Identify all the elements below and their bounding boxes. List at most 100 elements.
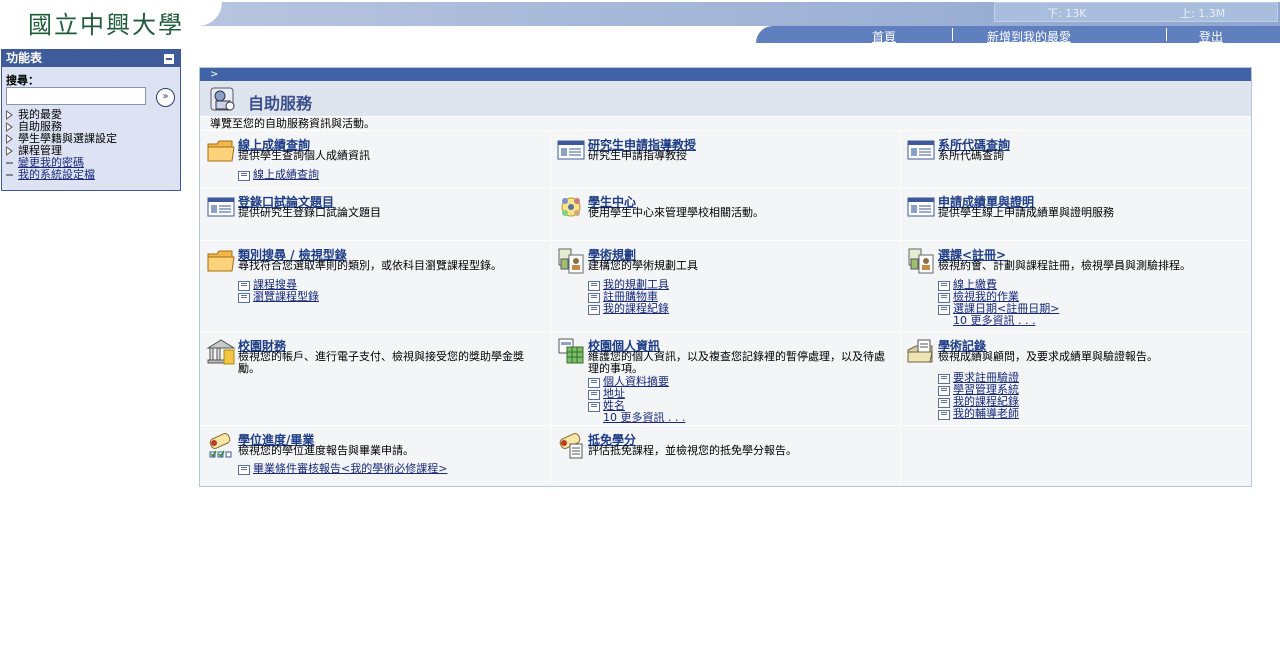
more-text[interactable]: 10 更多資訊 . . . bbox=[953, 314, 1035, 327]
cell-desc: 維護您的個人資訊，以及複查您記錄裡的暫停處理，以及待處理的事項。 bbox=[588, 350, 885, 375]
list-item[interactable]: 地址 bbox=[588, 388, 888, 400]
university-logo[interactable]: 國立中興大學 bbox=[28, 5, 184, 40]
cell-links: 線上繳費 檢視我的作業 選課日期<註冊日期> 10 更多資訊 . . . bbox=[938, 279, 1238, 327]
self-service-panel: > 自助服務 導覽至您的自助服務資訊與活動。 線上成績查詢 提供學生查詢個人成績… bbox=[199, 67, 1252, 487]
page-description: 導覽至您的自助服務資訊與活動。 bbox=[200, 117, 1251, 130]
menu-items: 我的最愛 自助服務 學生學籍與選課設定 課程管理 變更我的密碼 我的系統設定檔 bbox=[4, 109, 178, 181]
folder-icon bbox=[207, 140, 235, 162]
cell-thesis-title: 登錄口試論文題目 提供研究生登錄口試論文題目 bbox=[200, 188, 551, 241]
triangle-icon bbox=[6, 110, 13, 120]
menu-title-text: 功能表 bbox=[6, 51, 43, 65]
link-icon bbox=[588, 390, 600, 400]
link-text[interactable]: 畢業條件審核報告<我的學術必修課程> bbox=[253, 462, 447, 475]
cell-desc: 提供學生線上申請成績單與證明服務 bbox=[938, 206, 1114, 219]
cell-advisor-application: 研究生申請指導教授 研究生申請指導教授 bbox=[550, 131, 901, 188]
cell-academic-records: 學術記錄 檢視成績與顧問，及要求成績單與驗證報告。 要求註冊驗證 學習管理系統 … bbox=[900, 332, 1251, 426]
people-icon bbox=[561, 197, 581, 217]
window-icon bbox=[557, 140, 585, 160]
cell-campus-finance: 校園財務 檢視您的帳戶、進行電子支付、檢視與接受您的獎助學金獎勵。 bbox=[200, 332, 551, 426]
link-icon bbox=[938, 386, 950, 396]
link-icon bbox=[938, 293, 950, 303]
cell-desc: 研究生申請指導教授 bbox=[588, 149, 687, 162]
more-link[interactable]: 10 更多資訊 . . . bbox=[588, 412, 888, 424]
link-icon bbox=[588, 281, 600, 291]
cell-links: 要求註冊驗證 學習管理系統 我的課程紀錄 我的輔導老師 bbox=[938, 372, 1238, 420]
cell-desc: 提供學生查詢個人成績資訊 bbox=[238, 149, 370, 162]
dash-icon bbox=[6, 162, 13, 164]
link-icon bbox=[588, 305, 600, 315]
dash-icon bbox=[6, 174, 13, 176]
list-item[interactable]: 瀏覽課程型錄 bbox=[238, 291, 538, 303]
cell-links: 我的規劃工具 註冊購物車 我的課程紀錄 bbox=[588, 279, 888, 315]
cell-desc: 使用學生中心來管理學校相關活動。 bbox=[588, 206, 764, 219]
cell-grade-query: 線上成績查詢 提供學生查詢個人成績資訊 線上成績查詢 bbox=[200, 131, 551, 188]
triangle-icon bbox=[6, 122, 13, 132]
personal-icon bbox=[558, 338, 584, 364]
cell-academic-planning: 學術規劃 建構您的學術規劃工具 我的規劃工具 註冊購物車 我的課程紀錄 bbox=[550, 241, 901, 332]
header: 國立中興大學 下: 13K 上: 1.3M 首頁 新增到我的最愛 登出 bbox=[0, 0, 1280, 44]
cell-desc: 建構您的學術規劃工具 bbox=[588, 259, 698, 272]
nav-separator bbox=[1166, 28, 1167, 41]
minimize-icon[interactable] bbox=[163, 53, 175, 65]
page-title: 自助服務 bbox=[248, 94, 313, 113]
panel-header: 自助服務 bbox=[200, 81, 1251, 117]
menu-search-input[interactable] bbox=[6, 87, 146, 105]
cell-degree-progress: 學位進度/畢業 檢視您的學位進度報告與畢業申請。 畢業條件審核報告<我的學術必修… bbox=[200, 426, 551, 485]
more-text[interactable]: 10 更多資訊 . . . bbox=[603, 411, 685, 424]
records-icon bbox=[907, 339, 933, 363]
diploma-icon bbox=[559, 433, 583, 459]
cell-links: 線上成績查詢 bbox=[238, 169, 538, 181]
cell-course-search: 類別搜尋 / 檢視型錄 尋找符合您選取準則的類別，或依科目瀏覽課程型錄。 課程搜… bbox=[200, 241, 551, 332]
link-icon bbox=[238, 293, 250, 303]
finance-icon bbox=[206, 339, 236, 365]
menu-item-label: 我的系統設定檔 bbox=[18, 168, 95, 181]
cell-desc: 檢視您的帳戶、進行電子支付、檢視與接受您的獎助學金獎勵。 bbox=[238, 350, 524, 375]
link-text[interactable]: 我的輔導老師 bbox=[953, 407, 1019, 420]
grid-row: 類別搜尋 / 檢視型錄 尋找符合您選取準則的類別，或依科目瀏覽課程型錄。 課程搜… bbox=[200, 240, 1251, 332]
menu-title: 功能表 bbox=[2, 50, 180, 67]
cell-desc: 系所代碼查詢 bbox=[938, 149, 1004, 162]
link-icon bbox=[238, 465, 250, 475]
logout-link[interactable]: 登出 bbox=[1199, 28, 1223, 45]
list-item[interactable]: 線上成績查詢 bbox=[238, 169, 538, 181]
grid-row: 校園財務 檢視您的帳戶、進行電子支付、檢視與接受您的獎助學金獎勵。 校園個人資訊… bbox=[200, 331, 1251, 426]
cell-desc: 提供研究生登錄口試論文題目 bbox=[238, 206, 381, 219]
more-link[interactable]: 10 更多資訊 . . . bbox=[938, 315, 1238, 327]
link-icon bbox=[588, 402, 600, 412]
link-icon bbox=[588, 378, 600, 388]
cell-student-center: 學生中心 使用學生中心來管理學校相關活動。 bbox=[550, 188, 901, 241]
search-go-button[interactable]: » bbox=[156, 88, 175, 107]
list-item[interactable]: 我的課程紀錄 bbox=[588, 303, 888, 315]
link-text[interactable]: 我的課程紀錄 bbox=[603, 302, 669, 315]
cell-desc: 檢視約會、計劃與課程註冊，檢視學員與測驗排程。 bbox=[938, 259, 1191, 272]
list-item[interactable]: 我的輔導老師 bbox=[938, 408, 1238, 420]
home-link[interactable]: 首頁 bbox=[872, 28, 896, 45]
list-item[interactable]: 畢業條件審核報告<我的學術必修課程> bbox=[238, 463, 538, 475]
diploma-icon bbox=[209, 433, 232, 458]
cell-desc: 檢視您的學位進度報告與畢業申請。 bbox=[238, 444, 414, 457]
speed-meter: 下: 13K 上: 1.3M bbox=[994, 2, 1278, 22]
link-text[interactable]: 線上成績查詢 bbox=[253, 168, 319, 181]
cell-transfer-credit: 抵免學分 評估抵免課程，並檢視您的抵免學分報告。 bbox=[550, 426, 901, 485]
search-label: 搜尋： bbox=[6, 74, 39, 87]
folder-icon bbox=[207, 250, 235, 272]
grid-row: 線上成績查詢 提供學生查詢個人成績資訊 線上成績查詢 研究生申請指導教授 研究生… bbox=[200, 130, 1251, 188]
list-item[interactable]: 個人資料摘要 bbox=[588, 376, 888, 388]
link-icon bbox=[938, 305, 950, 315]
planner-icon bbox=[908, 248, 934, 274]
cell-links: 課程搜尋 瀏覽課程型錄 bbox=[238, 279, 538, 303]
header-nav-bar: 首頁 新增到我的最愛 登出 bbox=[756, 26, 1280, 45]
link-icon bbox=[938, 281, 950, 291]
meter-down: 下: 13K bbox=[1047, 7, 1087, 20]
link-icon bbox=[938, 410, 950, 420]
nav-separator bbox=[952, 28, 953, 41]
add-favorite-link[interactable]: 新增到我的最愛 bbox=[987, 28, 1071, 45]
cell-transcript-request: 申請成績單與證明 提供學生線上申請成績單與證明服務 bbox=[900, 188, 1251, 241]
grid-row: 學位進度/畢業 檢視您的學位進度報告與畢業申請。 畢業條件審核報告<我的學術必修… bbox=[200, 425, 1251, 485]
meter-up: 上: 1.3M bbox=[1180, 7, 1226, 20]
cell-dept-code: 系所代碼查詢 系所代碼查詢 bbox=[900, 131, 1251, 188]
link-icon bbox=[588, 293, 600, 303]
link-text[interactable]: 瀏覽課程型錄 bbox=[253, 290, 319, 303]
menu-item-system-profile[interactable]: 我的系統設定檔 bbox=[4, 169, 178, 181]
cell-enrollment: 選課<註冊> 檢視約會、計劃與課程註冊，檢視學員與測驗排程。 線上繳費 檢視我的… bbox=[900, 241, 1251, 332]
